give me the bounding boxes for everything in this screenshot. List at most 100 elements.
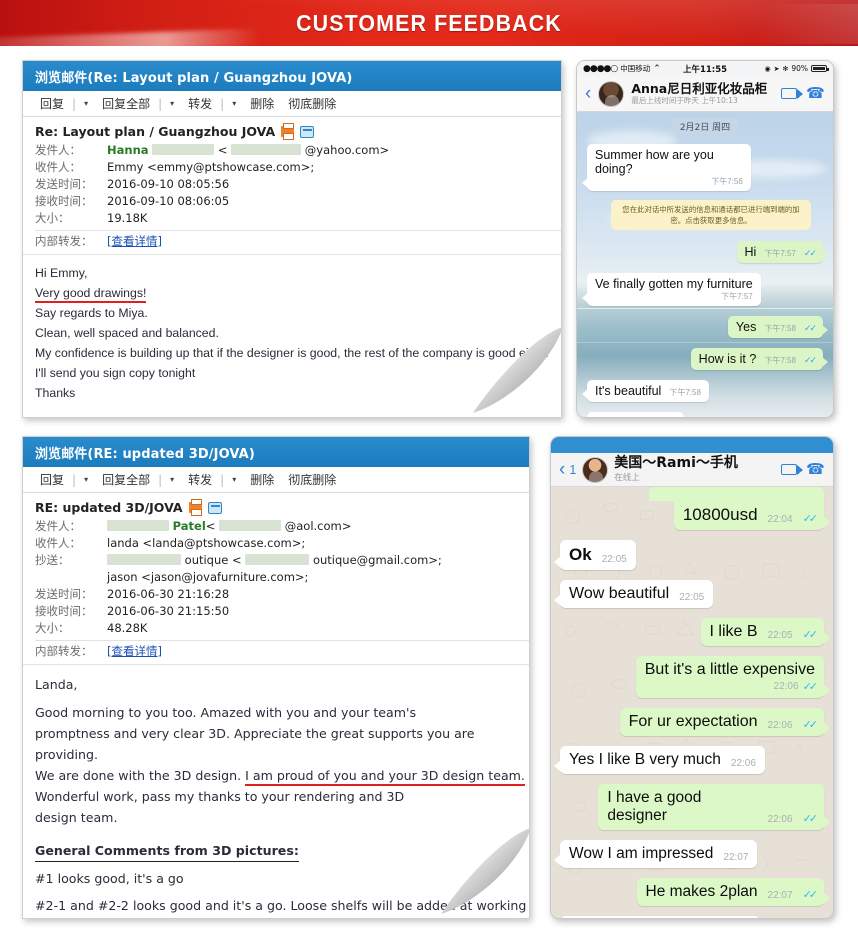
chat2-message-list[interactable]: 10800usd 22:04 ✓✓ Ok 22:05 Wow beautiful… xyxy=(551,487,833,918)
message-time: 22:05 xyxy=(679,592,705,603)
reply-all-dropdown-icon[interactable]: ▾ xyxy=(163,475,181,484)
cc-label: 抄送： xyxy=(35,553,70,567)
delete-permanently-button[interactable]: 彻底删除 xyxy=(281,471,343,488)
phone-icon[interactable]: ☎ xyxy=(806,461,825,478)
message-text: Thanks xyxy=(595,416,636,417)
reply-dropdown-icon[interactable]: ▾ xyxy=(77,475,95,484)
reply-all-dropdown-icon[interactable]: ▾ xyxy=(163,99,181,108)
video-camera-icon[interactable] xyxy=(781,88,804,99)
chat-message: Ok 22:05 xyxy=(554,540,636,570)
reply-button[interactable]: 回复 xyxy=(33,95,71,112)
received-value: 2016-06-30 21:15:50 xyxy=(107,604,230,618)
message-text: 10800usd xyxy=(682,505,758,524)
open-window-icon[interactable] xyxy=(207,501,222,514)
back-button[interactable]: ‹ xyxy=(585,84,591,103)
avatar[interactable] xyxy=(598,80,625,107)
size-label: 大小： xyxy=(35,621,70,635)
body-line: Thanks xyxy=(35,386,76,400)
chat1-contact-name: Anna尼日利亚化妆品柜 xyxy=(631,80,768,96)
email2-metadata: 发件人： Patel< @aol.com> 收件人： landa <landa@… xyxy=(23,518,529,664)
message-text: It's beautiful xyxy=(595,384,662,398)
cc-value-2: jason <jason@jovafurniture.com>; xyxy=(107,570,309,584)
phone-icon[interactable]: ☎ xyxy=(806,85,825,102)
reply-dropdown-icon[interactable]: ▾ xyxy=(77,99,95,108)
print-icon[interactable] xyxy=(281,123,295,140)
message-time: 22:06 xyxy=(767,814,793,825)
forward-dropdown-icon[interactable]: ▾ xyxy=(225,475,243,484)
body-line: Say regards to Miya. xyxy=(35,306,148,320)
redacted-block xyxy=(245,554,310,565)
view-details-link[interactable]: [查看详情] xyxy=(107,233,162,250)
chat2-contact-status: 在线上 xyxy=(614,472,640,483)
body-line: promptness and very clear 3D. Appreciate… xyxy=(35,726,475,741)
chat2-status-bar xyxy=(551,437,833,453)
chat-message: Yes 下午7:58 ✓✓ xyxy=(727,316,829,338)
content-area: 浏览邮件(Re: Layout plan / Guangzhou JOVA) 回… xyxy=(0,46,858,934)
redacted-block xyxy=(107,554,181,565)
body-signature: Sent from my iPhone xyxy=(35,414,547,417)
received-label: 接收时间： xyxy=(35,194,93,208)
video-camera-icon[interactable] xyxy=(781,464,804,475)
open-window-icon[interactable] xyxy=(300,125,315,138)
delete-button[interactable]: 删除 xyxy=(243,471,281,488)
reply-button[interactable]: 回复 xyxy=(33,471,71,488)
read-receipt-icon: ✓✓ xyxy=(803,355,817,365)
bluetooth-icon: ✻ xyxy=(782,64,789,73)
size-label: 大小： xyxy=(35,211,70,225)
message-text: Yes I like B very much xyxy=(569,751,721,768)
email-card-updated-3d: 浏览邮件(RE: updated 3D/JOVA) 回复 | ▾ 回复全部 | … xyxy=(22,436,530,919)
view-details-link[interactable]: [查看详情] xyxy=(107,643,162,660)
unread-badge[interactable]: 1 xyxy=(569,463,576,477)
received-label: 接收时间： xyxy=(35,604,93,618)
meta-row-size: 大小： 48.28K xyxy=(35,620,529,637)
reply-all-button[interactable]: 回复全部 xyxy=(95,471,157,488)
message-time: 22:06 xyxy=(767,720,793,731)
chat1-navbar: ‹ Anna尼日利亚化妆品柜 最后上线时间于昨天 上午10:13 ☎ xyxy=(577,76,833,112)
read-receipt-icon: ✓✓ xyxy=(802,719,819,731)
body-line: I'll send you sign copy tonight xyxy=(35,366,196,380)
message-text: I have a good designer xyxy=(607,789,702,824)
back-button[interactable]: ‹ xyxy=(559,460,565,479)
to-label: 收件人： xyxy=(35,160,81,174)
message-text: Ve finally gotten my furniture xyxy=(595,277,753,291)
body-line: Hi Emmy, xyxy=(35,266,88,280)
chat1-message-list[interactable]: 2月2日 周四 Summer how are you doing? 下午7:56… xyxy=(577,112,833,417)
message-time: 22:06 xyxy=(773,681,799,692)
body-line-highlighted: I am proud of you and your 3D design tea… xyxy=(245,768,525,786)
chat2-contact-name: 美国～Rami～手机 xyxy=(614,455,738,472)
meta-row-from: 发件人： Hanna < @yahoo.com> xyxy=(35,142,561,159)
chat-message: How is it ? 下午7:58 ✓✓ xyxy=(690,348,829,370)
reply-all-button[interactable]: 回复全部 xyxy=(95,95,157,112)
email2-subject: RE: updated 3D/JOVA xyxy=(35,500,183,515)
body-section-heading: General Comments from 3D pictures: xyxy=(35,841,299,862)
encryption-notice[interactable]: 您在此对话中所发送的信息和通话都已进行端到端的加密。点击获取更多信息。 xyxy=(611,200,811,230)
battery-icon xyxy=(811,65,829,72)
message-time: 22:05 xyxy=(601,554,627,565)
forward-dropdown-icon[interactable]: ▾ xyxy=(225,99,243,108)
body-greeting: Landa, xyxy=(35,677,78,692)
print-icon[interactable] xyxy=(188,499,202,516)
read-receipt-icon: ✓✓ xyxy=(802,513,819,525)
message-time: 下午7:56 xyxy=(711,177,743,186)
sent-label: 发送时间： xyxy=(35,587,93,601)
nav-arrow-icon: ➤ xyxy=(773,64,780,73)
read-receipt-icon: ✓✓ xyxy=(803,323,817,333)
sent-label: 发送时间： xyxy=(35,177,93,191)
sent-value: 2016-09-10 08:05:56 xyxy=(107,177,230,191)
message-text: Yes xyxy=(735,320,757,334)
comment-item: #2-1 and #2-2 looks good and it's a go. … xyxy=(35,898,530,913)
message-time: 22:07 xyxy=(723,852,749,863)
from-name: Hanna xyxy=(107,143,149,157)
email1-toolbar: 回复 | ▾ 回复全部 | ▾ 转发 | ▾ 删除 彻底删除 xyxy=(23,91,561,117)
avatar[interactable] xyxy=(582,456,609,483)
message-time: 下午7:57 xyxy=(764,249,796,258)
read-receipt-icon: ✓✓ xyxy=(802,681,819,693)
forward-button[interactable]: 转发 xyxy=(181,471,219,488)
email1-body: Hi Emmy, Very good drawings! Say regards… xyxy=(23,254,561,417)
forward-button[interactable]: 转发 xyxy=(181,95,219,112)
delete-permanently-button[interactable]: 彻底删除 xyxy=(281,95,343,112)
to-label: 收件人： xyxy=(35,536,81,550)
delete-button[interactable]: 删除 xyxy=(243,95,281,112)
message-text: I like B xyxy=(709,623,758,640)
meta-row-sent: 发送时间： 2016-09-10 08:05:56 xyxy=(35,176,561,193)
